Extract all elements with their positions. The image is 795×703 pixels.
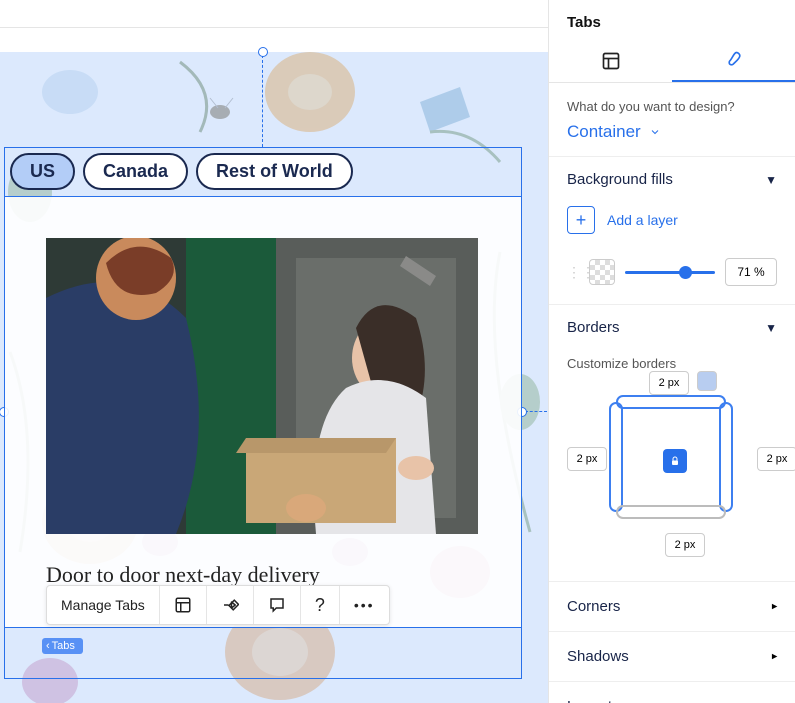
caret-right-icon: ▾: [768, 654, 781, 660]
layout-icon: [174, 596, 192, 614]
badge-label: Tabs: [52, 640, 75, 652]
layout-icon: [601, 51, 621, 71]
manage-tabs-button[interactable]: Manage Tabs: [47, 586, 160, 624]
drag-grip-icon[interactable]: ⋮⋮: [567, 264, 579, 281]
border-edge-bottom[interactable]: [616, 505, 726, 519]
more-button[interactable]: •••: [340, 586, 389, 624]
shadows-title: Shadows: [567, 648, 629, 665]
border-color-swatch[interactable]: [697, 371, 717, 391]
tab-canada[interactable]: Canada: [83, 153, 188, 190]
caret-down-icon: ▼: [765, 173, 777, 187]
shadows-section-header[interactable]: Shadows ▾: [549, 631, 795, 681]
comment-button[interactable]: [254, 586, 301, 624]
caret-right-icon: ▾: [768, 604, 781, 610]
slider-thumb[interactable]: [679, 266, 692, 279]
border-edge-left[interactable]: [609, 402, 623, 512]
guide-vertical: [262, 55, 263, 147]
opacity-input[interactable]: [725, 258, 777, 286]
chevron-down-icon: [649, 126, 661, 138]
selection-inner[interactable]: [4, 196, 522, 628]
guide-horizontal: [525, 411, 547, 412]
opacity-slider[interactable]: [625, 271, 715, 274]
panel-tab-design[interactable]: [672, 39, 795, 82]
add-layer-button[interactable]: +: [567, 206, 595, 234]
animation-button[interactable]: [207, 586, 254, 624]
caret-down-icon: ▼: [765, 321, 777, 335]
lock-icon: [669, 455, 681, 467]
borders-section: Borders ▼ Customize borders: [549, 304, 795, 581]
panel-tabs: [549, 39, 795, 83]
design-panel: Tabs What do you want to design? Contain…: [548, 0, 795, 703]
border-right-input[interactable]: [757, 447, 795, 471]
background-fills-title: Background fills: [567, 171, 673, 188]
background-fills-section: Background fills ▼ + Add a layer ⋮⋮: [549, 156, 795, 304]
fill-opacity-row: ⋮⋮: [549, 252, 795, 304]
design-prompt: What do you want to design?: [549, 83, 795, 122]
layout-button[interactable]: [160, 586, 207, 624]
target-dropdown[interactable]: Container: [549, 122, 795, 156]
animation-icon: [221, 596, 239, 614]
tab-rest-of-world[interactable]: Rest of World: [196, 153, 353, 190]
canvas-area: Door to door next-day delivery US Canada…: [0, 0, 548, 703]
border-preview: [611, 397, 731, 517]
help-button[interactable]: ?: [301, 586, 340, 624]
border-top-input[interactable]: [649, 371, 689, 395]
brush-icon: [724, 50, 744, 70]
border-left-input[interactable]: [567, 447, 607, 471]
more-icon: •••: [354, 597, 375, 613]
layout-section-header[interactable]: Layout ▾: [549, 681, 795, 703]
border-edge-right[interactable]: [719, 402, 733, 512]
question-icon: ?: [315, 595, 325, 616]
dropdown-value: Container: [567, 122, 641, 142]
border-bottom-input[interactable]: [665, 533, 705, 557]
border-edge-top[interactable]: [616, 395, 726, 409]
add-layer-label[interactable]: Add a layer: [607, 212, 678, 228]
element-badge[interactable]: ‹ Tabs: [42, 638, 83, 654]
border-diagram: [549, 381, 795, 581]
panel-body: What do you want to design? Container Ba…: [549, 83, 795, 703]
borders-header[interactable]: Borders ▼: [549, 305, 795, 350]
border-lock-button[interactable]: [663, 449, 687, 473]
corners-title: Corners: [567, 598, 620, 615]
panel-tab-layout[interactable]: [549, 39, 672, 82]
resize-handle-top[interactable]: [258, 47, 268, 57]
context-toolbar: Manage Tabs ? •••: [46, 585, 390, 625]
borders-title: Borders: [567, 319, 620, 336]
tab-pills-row: US Canada Rest of World: [10, 153, 353, 190]
comment-icon: [268, 596, 286, 614]
fill-swatch[interactable]: [589, 259, 615, 285]
add-layer-row: + Add a layer: [549, 202, 795, 252]
layout-title: Layout: [567, 698, 612, 703]
canvas-topbar: [0, 0, 548, 28]
background-fills-header[interactable]: Background fills ▼: [549, 157, 795, 202]
panel-title: Tabs: [549, 0, 795, 39]
tab-us[interactable]: US: [10, 153, 75, 190]
chevron-left-icon: ‹: [46, 640, 50, 652]
corners-section-header[interactable]: Corners ▾: [549, 581, 795, 631]
